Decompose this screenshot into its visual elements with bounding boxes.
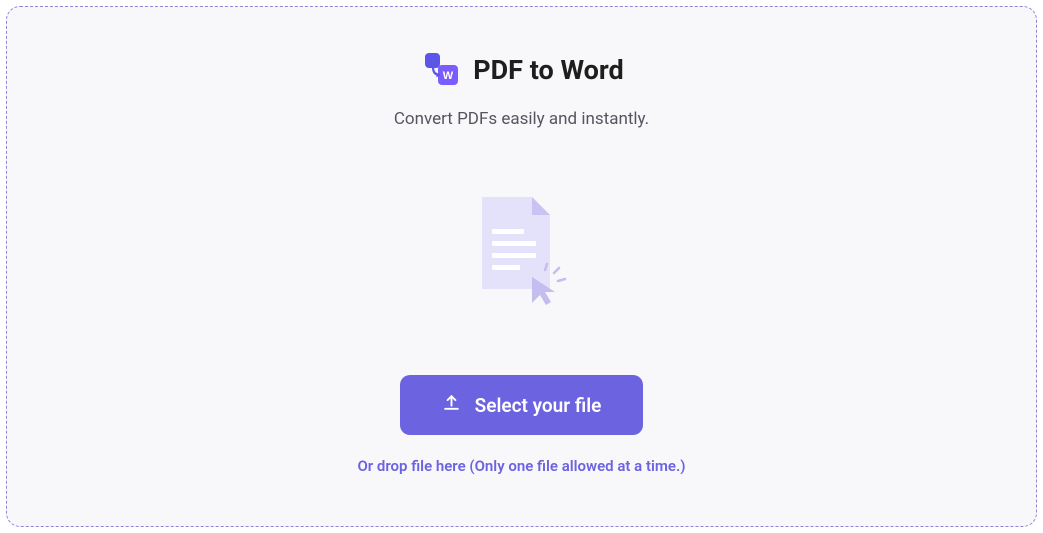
drop-file-hint: Or drop file here (Only one file allowed… <box>357 457 685 475</box>
header-row: W PDF to Word <box>419 53 624 87</box>
upload-icon <box>442 393 461 417</box>
pdf-to-word-logo-icon: W <box>419 53 463 87</box>
page-title: PDF to Word <box>473 54 624 86</box>
select-file-button-label: Select your file <box>475 394 602 417</box>
svg-text:W: W <box>443 70 454 82</box>
document-cursor-illustration-icon <box>472 197 572 307</box>
select-file-button[interactable]: Select your file <box>400 375 644 435</box>
page-subtitle: Convert PDFs easily and instantly. <box>394 109 649 129</box>
file-dropzone[interactable]: W PDF to Word Convert PDFs easily and in… <box>6 6 1037 527</box>
